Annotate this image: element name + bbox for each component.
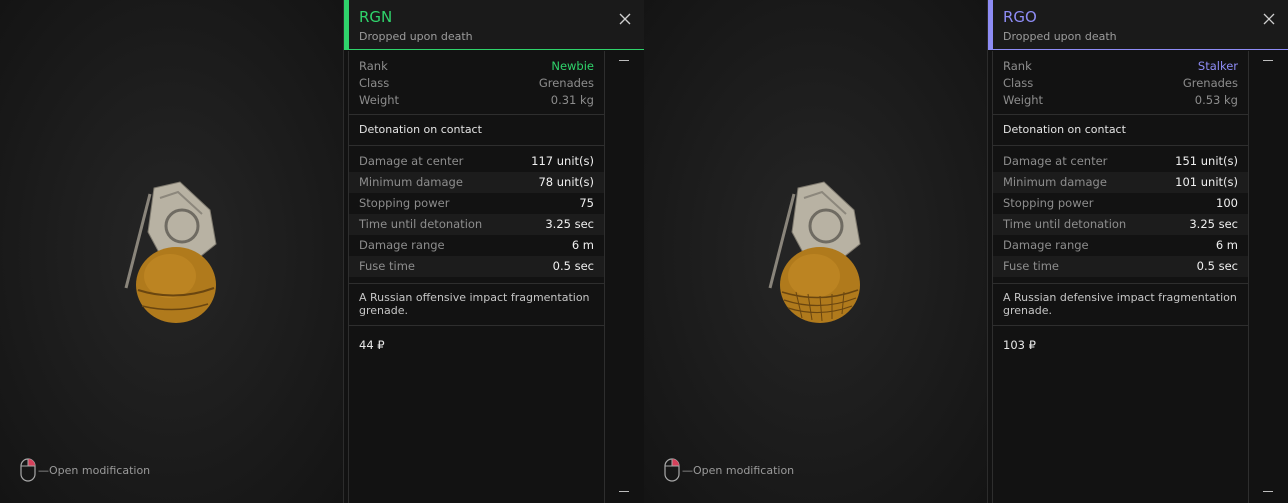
item-price: 103 ₽ (1003, 338, 1036, 352)
detonation-type: Detonation on contact (993, 115, 1248, 146)
item-panel-rgn: —Open modification RGN Dropped upon deat… (0, 0, 644, 503)
stat-row: Damage range 6 m (993, 235, 1248, 256)
scroll-down-icon[interactable] (619, 491, 629, 492)
stat-label: Damage range (359, 238, 445, 252)
stat-value: 0.5 sec (552, 259, 594, 273)
class-value: Grenades (1182, 76, 1238, 90)
stat-row: Minimum damage 101 unit(s) (993, 172, 1248, 193)
stats-list: Damage at center 151 unit(s) Minimum dama… (993, 146, 1248, 284)
stat-value: 3.25 sec (1189, 217, 1238, 231)
stat-value: 75 (579, 196, 594, 210)
class-row: Class Grenades (349, 75, 604, 92)
item-header: RGN Dropped upon death (344, 0, 644, 50)
item-subtitle: Dropped upon death (1003, 30, 1117, 43)
stat-label: Time until detonation (1003, 217, 1127, 231)
stat-row: Damage at center 151 unit(s) (993, 151, 1248, 172)
stat-value: 6 m (571, 238, 594, 252)
weight-value: 0.53 kg (1194, 93, 1238, 107)
item-subtitle: Dropped upon death (359, 30, 473, 43)
stat-label: Stopping power (359, 196, 450, 210)
weight-value: 0.31 kg (550, 93, 594, 107)
rank-value: Stalker (1197, 59, 1238, 73)
stat-row: Minimum damage 78 unit(s) (349, 172, 604, 193)
scrollbar[interactable] (1256, 51, 1280, 503)
item-preview[interactable]: —Open modification (644, 0, 988, 503)
close-icon[interactable] (618, 12, 632, 26)
stat-value: 0.5 sec (1196, 259, 1238, 273)
stat-label: Damage at center (359, 154, 464, 168)
item-info: RGO Dropped upon death Rank Stalker Clas… (988, 0, 1288, 503)
close-icon[interactable] (1262, 12, 1276, 26)
grenade-image (124, 181, 217, 323)
mouse-icon (664, 458, 680, 482)
item-info: RGN Dropped upon death Rank Newbie Class… (344, 0, 644, 503)
class-label: Class (359, 76, 390, 90)
rank-label: Rank (359, 59, 388, 73)
class-row: Class Grenades (993, 75, 1248, 92)
open-modification-hint[interactable]: —Open modification (20, 458, 150, 482)
item-header: RGO Dropped upon death (988, 0, 1288, 50)
class-label: Class (1003, 76, 1034, 90)
open-modification-label: —Open modification (682, 463, 795, 477)
item-title: RGO (1003, 8, 1037, 26)
stat-row: Damage at center 117 unit(s) (349, 151, 604, 172)
stat-row: Fuse time 0.5 sec (349, 256, 604, 277)
scroll-up-icon[interactable] (1263, 60, 1273, 61)
stat-value: 151 unit(s) (1175, 154, 1238, 168)
stat-label: Fuse time (1003, 259, 1059, 273)
scroll-down-icon[interactable] (1263, 491, 1273, 492)
stat-row: Time until detonation 3.25 sec (993, 214, 1248, 235)
mouse-icon (20, 458, 36, 482)
stat-value: 101 unit(s) (1175, 175, 1238, 189)
detonation-type: Detonation on contact (349, 115, 604, 146)
stat-label: Time until detonation (359, 217, 483, 231)
scrollbar[interactable] (612, 51, 636, 503)
stat-value: 3.25 sec (545, 217, 594, 231)
rank-label: Rank (1003, 59, 1032, 73)
item-basic-info: Rank Stalker Class Grenades Weight 0.53 … (993, 51, 1248, 115)
item-details: Rank Stalker Class Grenades Weight 0.53 … (992, 51, 1249, 503)
stat-label: Damage at center (1003, 154, 1108, 168)
item-title: RGN (359, 8, 393, 26)
stat-row: Time until detonation 3.25 sec (349, 214, 604, 235)
item-description: A Russian offensive impact fragmentation… (349, 284, 604, 326)
stat-value: 100 (1216, 196, 1238, 210)
scroll-up-icon[interactable] (619, 60, 629, 61)
stat-value: 117 unit(s) (531, 154, 594, 168)
stat-label: Minimum damage (359, 175, 463, 189)
stat-label: Fuse time (359, 259, 415, 273)
weight-label: Weight (359, 93, 400, 107)
stat-value: 78 unit(s) (538, 175, 594, 189)
stats-list: Damage at center 117 unit(s) Minimum dama… (349, 146, 604, 284)
grenade-image (768, 181, 861, 323)
item-preview[interactable]: —Open modification (0, 0, 344, 503)
rank-value: Newbie (551, 59, 594, 73)
stat-row: Stopping power 75 (349, 193, 604, 214)
stat-label: Stopping power (1003, 196, 1094, 210)
item-description: A Russian defensive impact fragmentation… (993, 284, 1248, 326)
weight-row: Weight 0.53 kg (993, 92, 1248, 109)
rank-row: Rank Stalker (993, 58, 1248, 75)
open-modification-label: —Open modification (38, 463, 151, 477)
item-panel-rgo: —Open modification RGO Dropped upon deat… (644, 0, 1288, 503)
weight-label: Weight (1003, 93, 1044, 107)
item-details: Rank Newbie Class Grenades Weight 0.31 k… (348, 51, 605, 503)
stat-value: 6 m (1215, 238, 1238, 252)
rank-accent-bar (344, 0, 349, 50)
stat-label: Minimum damage (1003, 175, 1107, 189)
stat-label: Damage range (1003, 238, 1089, 252)
rank-accent-bar (988, 0, 993, 50)
class-value: Grenades (538, 76, 594, 90)
open-modification-hint[interactable]: —Open modification (664, 458, 794, 482)
item-basic-info: Rank Newbie Class Grenades Weight 0.31 k… (349, 51, 604, 115)
rank-row: Rank Newbie (349, 58, 604, 75)
weight-row: Weight 0.31 kg (349, 92, 604, 109)
item-price: 44 ₽ (359, 338, 385, 352)
stat-row: Stopping power 100 (993, 193, 1248, 214)
stat-row: Fuse time 0.5 sec (993, 256, 1248, 277)
stat-row: Damage range 6 m (349, 235, 604, 256)
